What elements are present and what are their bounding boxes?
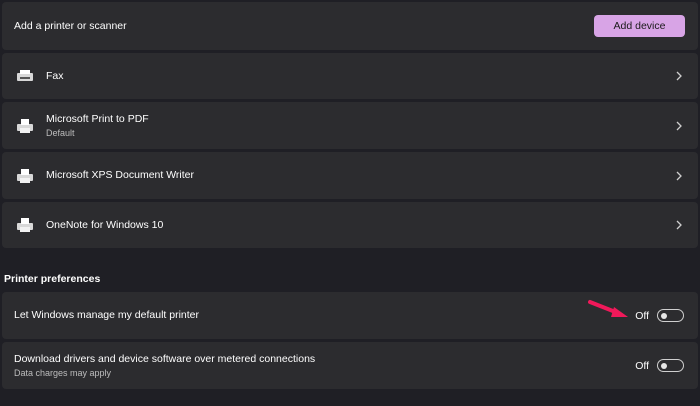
printer-name: Microsoft XPS Document Writer — [46, 169, 195, 181]
pref-metered-downloads: Download drivers and device software ove… — [2, 342, 698, 389]
toggle-state-label: Off — [635, 309, 649, 322]
printer-item-xps-writer[interactable]: Microsoft XPS Document Writer — [2, 152, 698, 199]
printer-icon — [17, 168, 33, 183]
toggle-knob — [661, 312, 667, 319]
pref-text: Download drivers and device software ove… — [14, 353, 315, 379]
chevron-right-icon — [676, 171, 682, 180]
chevron-right-icon — [676, 121, 682, 130]
printer-default-badge: Default — [46, 127, 75, 138]
toggle-group: Off — [635, 309, 684, 322]
toggle-knob — [661, 362, 667, 369]
add-printer-label: Add a printer or scanner — [14, 19, 127, 32]
manage-default-printer-toggle[interactable] — [657, 309, 684, 322]
add-printer-row: Add a printer or scanner Add device — [2, 2, 698, 50]
toggle-state-label: Off — [635, 359, 649, 372]
add-device-button[interactable]: Add device — [594, 15, 685, 37]
printer-icon — [17, 118, 33, 133]
printer-item-onenote[interactable]: OneNote for Windows 10 — [2, 202, 698, 248]
printer-name: Fax — [46, 69, 64, 82]
annotation-arrow-icon — [588, 300, 628, 317]
pref-label: Download drivers and device software ove… — [14, 352, 316, 365]
printer-preferences-heading: Printer preferences — [4, 273, 101, 285]
chevron-right-icon — [676, 71, 682, 81]
chevron-right-icon — [676, 220, 682, 230]
metered-downloads-toggle[interactable] — [657, 359, 684, 372]
toggle-group: Off — [635, 359, 684, 372]
printer-icon — [17, 218, 33, 232]
fax-icon — [17, 70, 33, 81]
pref-label: Let Windows manage my default printer — [14, 309, 200, 321]
printer-item-print-to-pdf[interactable]: Microsoft Print to PDF Default — [2, 102, 698, 149]
pref-subtitle: Data charges may apply — [14, 367, 112, 378]
printer-text: Microsoft Print to PDF Default — [46, 113, 149, 139]
printer-name: OneNote for Windows 10 — [46, 218, 164, 231]
printer-name: Microsoft Print to PDF — [46, 112, 149, 125]
printer-item-fax[interactable]: Fax — [2, 53, 698, 99]
